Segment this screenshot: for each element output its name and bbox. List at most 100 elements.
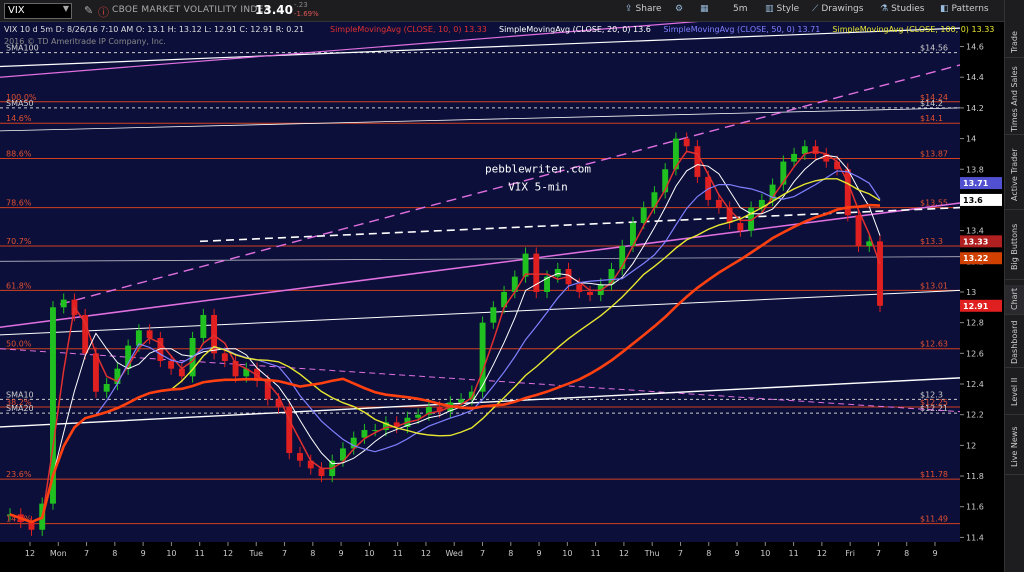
y-tick-label: 14.2 <box>966 104 984 113</box>
studies-button[interactable]: ⚗ Studies <box>880 4 924 14</box>
x-tick-label: 12 <box>25 549 35 558</box>
x-tick-label: 7 <box>84 549 89 558</box>
y-tick-label: 11.4 <box>966 533 984 542</box>
side-tab-trade[interactable]: Trade <box>1005 28 1024 58</box>
drawings-button[interactable]: ⟋ Drawings <box>812 4 863 14</box>
level-price-label: $13.3 <box>920 237 943 246</box>
side-tab-dashboard[interactable]: Dashboard <box>1005 318 1024 368</box>
candle-body <box>361 430 368 438</box>
candle-body <box>877 241 883 306</box>
x-tick-label: 8 <box>310 549 315 558</box>
x-tick-label: 12 <box>421 549 431 558</box>
percent-change: -1.69% <box>294 10 319 18</box>
candle-body <box>415 414 422 418</box>
studies-label: Studies <box>891 4 925 14</box>
settings-button[interactable]: ⚙ <box>675 4 686 14</box>
side-tab-live-news[interactable]: Live News <box>1005 420 1024 475</box>
side-tab-chart[interactable]: Chart <box>1005 285 1024 315</box>
x-tick-label: Mon <box>50 549 67 558</box>
x-tick-label: 9 <box>734 549 739 558</box>
x-tick-label: 11 <box>195 549 205 558</box>
candle-body <box>694 146 701 177</box>
level-price-label: $13.87 <box>920 150 948 159</box>
study-legend: SimpleMovingAvg (CLOSE, 100, 0) 13.33 <box>832 25 994 34</box>
side-tab-times-and-sales[interactable]: Times And Sales <box>1005 65 1024 135</box>
x-tick-label: 8 <box>904 549 909 558</box>
alert-icon[interactable]: ⓘ <box>98 4 109 20</box>
candle-body <box>103 384 110 392</box>
drawing-icon: ⟋ <box>812 4 819 14</box>
x-tick-label: 10 <box>562 549 572 558</box>
candle-body <box>554 268 561 277</box>
ohlc-readout: VIX 10 d 5m D: 8/26/16 7:10 AM O: 13.1 H… <box>4 25 304 34</box>
price-chart[interactable]: SMA100 $14.56100.0% $14.24SMA50 $14.214.6% $… <box>0 22 1004 572</box>
share-icon: ⇪ <box>625 4 633 14</box>
x-tick-label: 9 <box>932 549 937 558</box>
y-tick-label: 13 <box>966 288 976 297</box>
x-tick-label: 9 <box>141 549 146 558</box>
side-tab-big-buttons[interactable]: Big Buttons <box>1005 215 1024 280</box>
x-tick-label: 9 <box>339 549 344 558</box>
chart-toolbar: VIX ▼ ✎ ⓘ CBOE MARKET VOLATILITY INDEX 13… <box>0 0 1004 22</box>
x-tick-label: 12 <box>223 549 233 558</box>
x-tick-label: 7 <box>678 549 683 558</box>
candle-body <box>168 360 175 369</box>
link-icon[interactable]: ✎ <box>84 4 93 17</box>
candle-body <box>522 253 529 277</box>
x-tick-label: 11 <box>591 549 601 558</box>
candle-body <box>587 291 593 296</box>
candle-body <box>221 353 228 361</box>
x-tick-label: 7 <box>480 549 485 558</box>
candle-body <box>812 146 819 154</box>
x-tick-label: 12 <box>817 549 827 558</box>
chevron-down-icon[interactable]: ▼ <box>63 4 69 13</box>
symbol-input[interactable]: VIX ▼ <box>4 3 72 19</box>
candle-body <box>855 215 862 246</box>
candle-body <box>533 253 540 292</box>
x-tick-label: 11 <box>393 549 403 558</box>
style-icon: ▥ <box>765 4 774 14</box>
candle-body <box>318 468 325 477</box>
level-label: 70.7% <box>6 237 32 246</box>
level-price-label: $14.56 <box>920 44 948 53</box>
y-tick-label: 13.4 <box>966 227 984 236</box>
level-price-label: $14.2 <box>920 99 943 108</box>
level-price-label: $11.49 <box>920 515 948 524</box>
x-tick-label: Thu <box>644 549 660 558</box>
grid-icon: ▦ <box>700 4 709 14</box>
level-label: 23.6% <box>6 470 32 479</box>
style-button[interactable]: ▥ Style <box>765 4 799 14</box>
x-tick-label: 8 <box>706 549 711 558</box>
share-button[interactable]: ⇪ Share <box>625 4 662 14</box>
candle-body <box>200 314 207 338</box>
x-tick-label: 7 <box>876 549 881 558</box>
x-tick-label: 7 <box>282 549 287 558</box>
watermark-subtext: VIX 5-min <box>508 181 568 194</box>
price-tag-label: 13.22 <box>963 254 988 263</box>
level-label: 61.8% <box>6 281 32 290</box>
y-tick-label: 13.8 <box>966 165 984 174</box>
side-tab-level-ii[interactable]: Level II <box>1005 370 1024 415</box>
y-tick-label: 14.6 <box>966 43 984 52</box>
layout-button[interactable]: ▦ <box>700 4 712 14</box>
x-tick-label: 11 <box>789 549 799 558</box>
candle-body <box>683 138 690 147</box>
y-tick-label: 14 <box>966 135 976 144</box>
y-tick-label: 12.8 <box>966 319 984 328</box>
price-tag-label: 12.91 <box>963 302 989 311</box>
candle-body <box>297 453 303 461</box>
x-tick-label: Wed <box>445 549 462 558</box>
side-tab-active-trader[interactable]: Active Trader <box>1005 140 1024 210</box>
symbol-description: CBOE MARKET VOLATILITY INDEX <box>112 5 271 15</box>
style-label: Style <box>776 4 800 14</box>
candle-body <box>458 399 465 403</box>
candle-body <box>60 299 67 308</box>
period-button[interactable]: 5m <box>733 4 748 14</box>
symbol-text: VIX <box>8 5 25 16</box>
y-tick-label: 11.6 <box>966 503 984 512</box>
patterns-button[interactable]: ◧ Patterns <box>940 4 989 14</box>
candle-body <box>146 330 153 338</box>
patterns-label: Patterns <box>951 4 989 14</box>
candle-body <box>715 199 722 208</box>
candle-body <box>490 307 497 323</box>
